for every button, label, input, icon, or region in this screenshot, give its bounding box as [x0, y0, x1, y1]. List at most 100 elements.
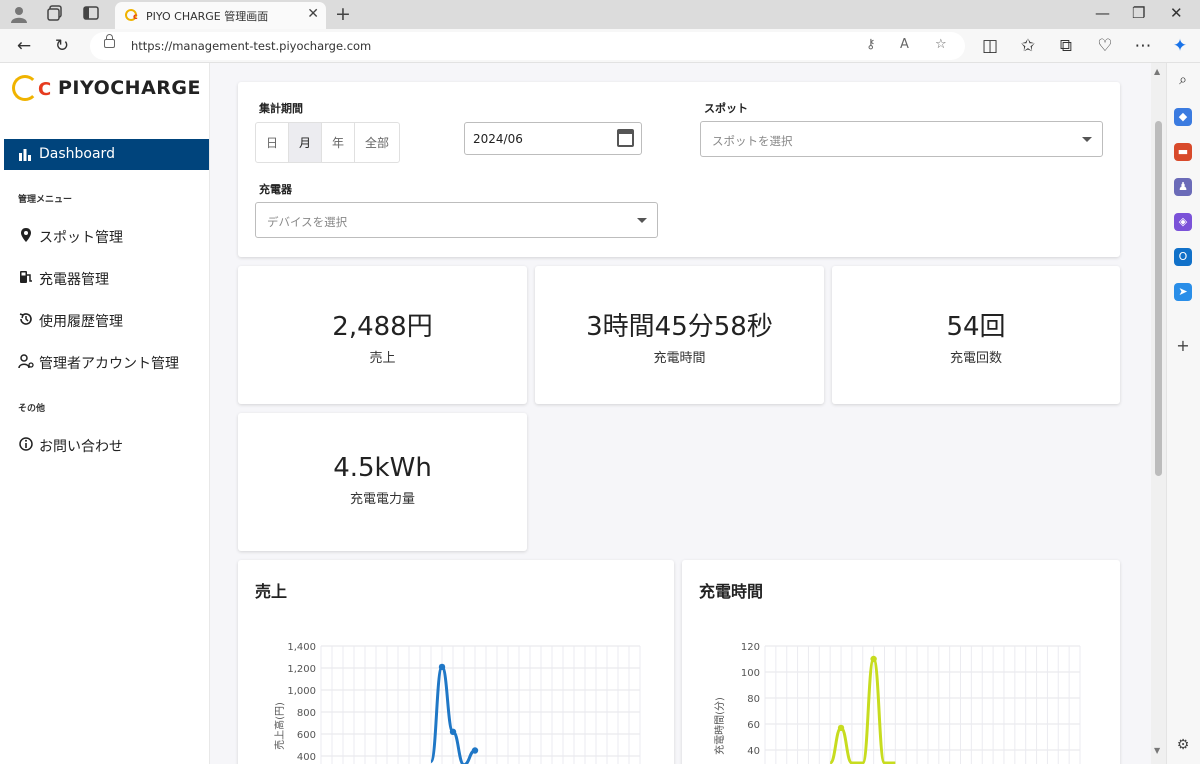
sidebar-item-label: 使用履歴管理 [39, 314, 123, 330]
collections-icon[interactable]: ⧉ [1056, 36, 1076, 56]
sidebar-item-label: お問い合わせ [39, 439, 123, 455]
send-icon[interactable]: ➤ [1174, 283, 1192, 301]
period-year-button[interactable]: 年 [322, 123, 355, 162]
back-icon[interactable]: ← [14, 36, 34, 56]
sidebar-section-other: その他 [18, 404, 46, 414]
stat-value: 2,488円 [332, 312, 433, 342]
stat-value: 54回 [946, 312, 1006, 342]
logo-c: C [38, 79, 52, 100]
page-scrollbar[interactable]: ▲ ▼ [1151, 63, 1166, 764]
games-icon[interactable]: ♟ [1174, 178, 1192, 196]
filter-card: 集計期間 日 月 年 全部 2024/06 スポット スポットを選択 充電器 デ… [238, 82, 1120, 257]
copilot-icon[interactable]: ✦ [1170, 36, 1190, 56]
sidebar-settings-icon[interactable]: ⚙ [1174, 736, 1192, 754]
more-menu-icon[interactable]: ⋯ [1133, 36, 1153, 56]
y-tick-label: 60 [747, 720, 760, 731]
spot-select[interactable]: スポットを選択 [700, 121, 1103, 157]
y-axis-label: 売上高(円) [273, 702, 286, 750]
sidebar-item-spot[interactable]: スポット管理 [4, 220, 209, 250]
refresh-icon[interactable]: ↻ [52, 36, 72, 56]
stat-label: 売上 [369, 351, 396, 366]
y-tick-label: 1,200 [287, 664, 316, 675]
spot-label: スポット [704, 102, 748, 115]
browser-tab-bar: c PIYO CHARGE 管理画面 ✕ + — ❐ ✕ [0, 0, 1200, 29]
sidebar-item-admin-account[interactable]: 管理者アカウント管理 [4, 346, 209, 376]
sidebar-item-label: 充電器管理 [39, 272, 109, 288]
browser-tab-active[interactable]: c PIYO CHARGE 管理画面 ✕ [115, 2, 326, 29]
shopping-tag-icon[interactable]: ◆ [1174, 108, 1192, 126]
tools-icon[interactable]: ▬ [1174, 143, 1192, 161]
tab-actions-icon[interactable] [81, 5, 101, 25]
stat-value: 3時間45分58秒 [586, 312, 773, 342]
add-sidebar-app-icon[interactable]: + [1174, 337, 1192, 355]
browser-essentials-icon[interactable]: ♡ [1095, 36, 1115, 56]
read-aloud-icon[interactable]: A [900, 37, 909, 52]
stat-label: 充電時間 [653, 351, 706, 366]
sidebar-item-label: Dashboard [39, 146, 115, 162]
month-date-input[interactable]: 2024/06 [464, 122, 642, 155]
stat-card-charge-count: 54回 充電回数 [832, 266, 1120, 404]
stat-card-charge-time: 3時間45分58秒 充電時間 [535, 266, 824, 404]
sidebar-section-manage: 管理メニュー [18, 195, 73, 205]
sidebar: C PIYOCHARGE Dashboard 管理メニュー スポット管理 充電器… [0, 63, 210, 764]
data-point [438, 663, 446, 671]
sidebar-item-contact[interactable]: お問い合わせ [4, 429, 209, 459]
svg-text:c: c [133, 12, 138, 21]
data-point [870, 655, 877, 663]
address-bar[interactable]: https://management-test.piyocharge.com ⚷… [90, 32, 965, 60]
info-icon [19, 437, 33, 451]
scrollbar-thumb[interactable] [1155, 121, 1162, 476]
data-point [837, 724, 845, 732]
url-text: https://management-test.piyocharge.com [131, 39, 372, 53]
favorites-icon[interactable]: ✩ [1018, 36, 1038, 56]
tab-close-icon[interactable]: ✕ [307, 6, 319, 22]
calendar-icon[interactable] [617, 129, 634, 147]
scroll-up-icon[interactable]: ▲ [1154, 67, 1160, 76]
charge-time-chart-card: 充電時間 120 100 80 60 40 充電時間(分) [682, 560, 1120, 764]
favorite-star-icon[interactable]: ☆ [935, 37, 947, 52]
charger-icon [20, 271, 32, 283]
charge-time-line-chart: 120 100 80 60 40 充電時間(分) [713, 642, 1081, 764]
piyocharge-favicon-icon: c [125, 9, 138, 21]
y-tick-label: 400 [297, 752, 316, 763]
split-screen-icon[interactable]: ◫ [980, 36, 1000, 56]
period-month-button[interactable]: 月 [289, 123, 322, 162]
stat-card-sales: 2,488円 売上 [238, 266, 527, 404]
date-value: 2024/06 [473, 132, 523, 146]
location-pin-icon [21, 228, 31, 242]
sales-chart-card: 売上 1,400 1,200 1,000 800 600 400 売上高(円) [238, 560, 674, 764]
key-icon[interactable]: ⚷ [866, 37, 876, 52]
stat-value: 4.5kWh [333, 453, 432, 483]
history-icon [19, 313, 32, 325]
restore-icon[interactable]: ❐ [1132, 4, 1145, 22]
period-label: 集計期間 [259, 102, 303, 115]
charger-label: 充電器 [259, 183, 292, 196]
sidebar-item-label: 管理者アカウント管理 [39, 356, 179, 372]
y-axis-label: 充電時間(分) [713, 697, 726, 755]
y-tick-label: 600 [297, 730, 316, 741]
charger-placeholder: デバイスを選択 [267, 215, 348, 229]
period-day-button[interactable]: 日 [256, 123, 289, 162]
stat-label: 充電電力量 [349, 492, 415, 507]
outlook-icon[interactable]: O [1174, 248, 1192, 266]
sidebar-item-history[interactable]: 使用履歴管理 [4, 304, 209, 334]
sidebar-item-dashboard[interactable]: Dashboard [4, 139, 209, 170]
period-all-button[interactable]: 全部 [355, 123, 399, 162]
dropdown-arrow-icon [1082, 137, 1092, 142]
search-icon[interactable]: ⌕ [1174, 71, 1192, 89]
tab-title: PIYO CHARGE 管理画面 [146, 10, 269, 23]
logo-text: PIYOCHARGE [58, 77, 201, 99]
new-tab-icon[interactable]: + [335, 3, 351, 25]
microsoft-365-icon[interactable]: ◈ [1174, 213, 1192, 231]
y-tick-label: 800 [297, 708, 316, 719]
bar-chart-icon [19, 149, 31, 161]
scroll-down-icon[interactable]: ▼ [1154, 746, 1160, 755]
close-window-icon[interactable]: ✕ [1170, 4, 1183, 22]
y-tick-label: 1,000 [287, 686, 316, 697]
workspaces-icon[interactable] [45, 5, 65, 25]
sidebar-item-charger[interactable]: 充電器管理 [4, 262, 209, 292]
minimize-icon[interactable]: — [1095, 4, 1110, 22]
logo-mark-icon [12, 75, 38, 101]
charger-select[interactable]: デバイスを選択 [255, 202, 658, 238]
profile-icon[interactable] [9, 5, 29, 25]
